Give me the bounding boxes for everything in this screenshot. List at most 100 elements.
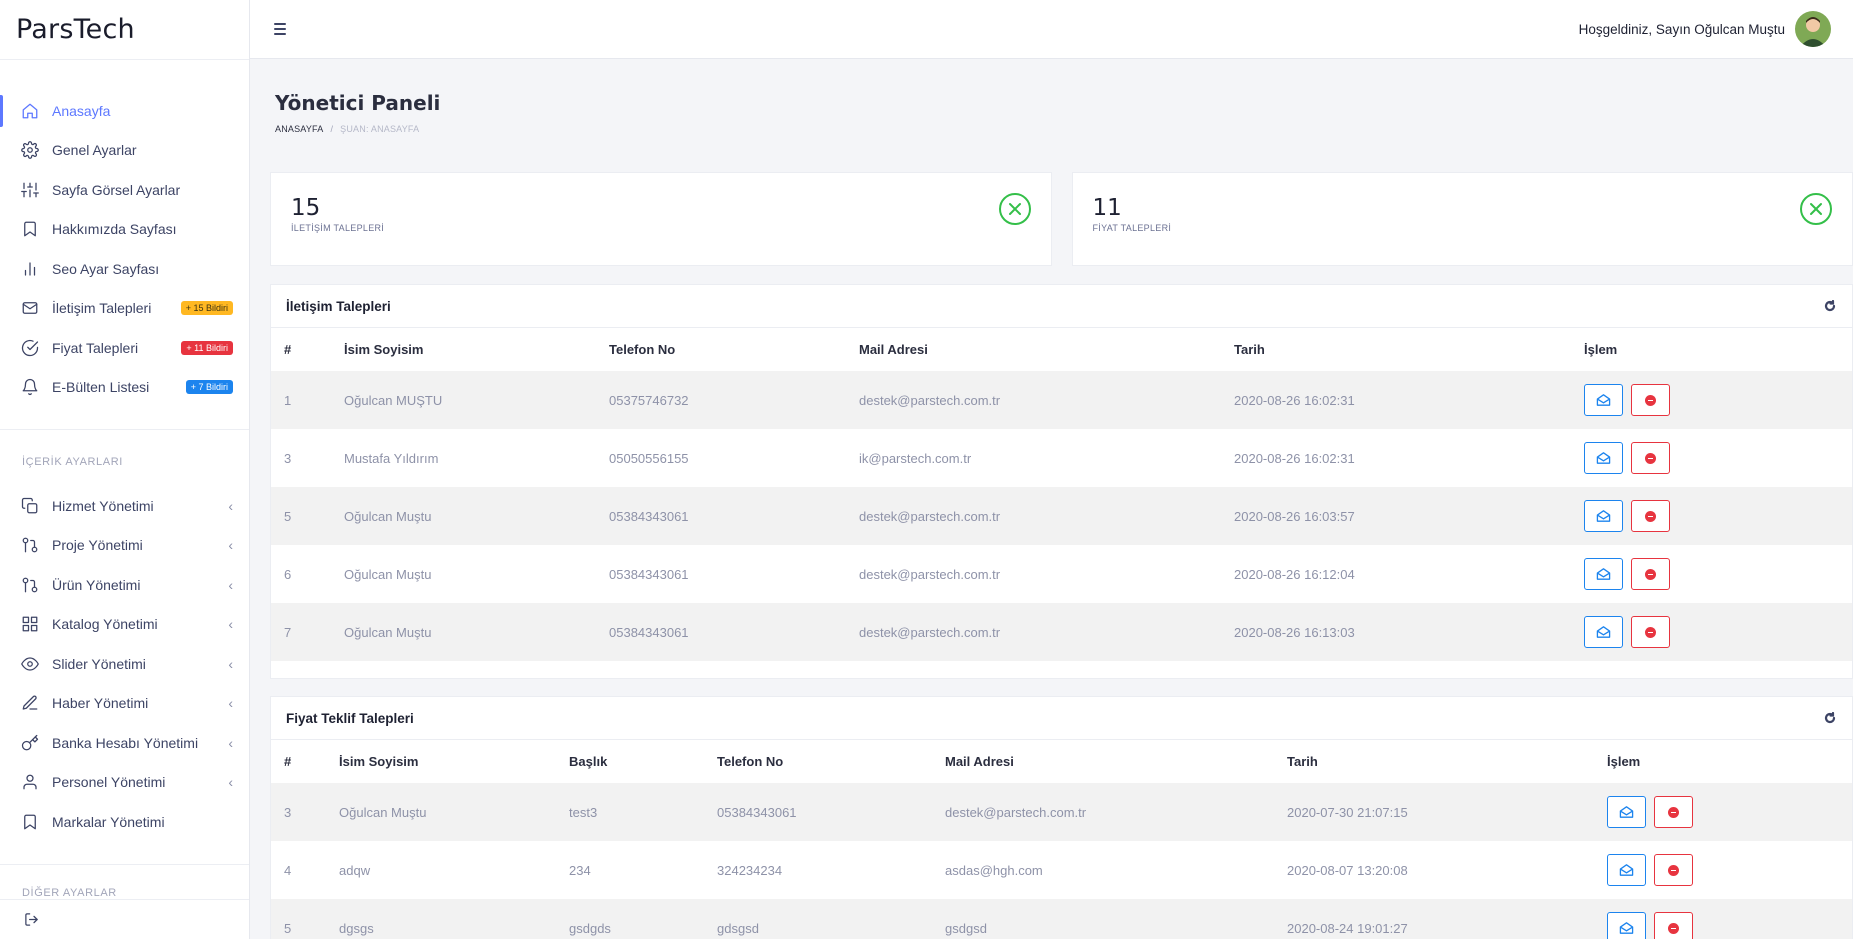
bookmark-icon bbox=[21, 220, 39, 238]
logout-button[interactable] bbox=[0, 899, 249, 939]
row-actions bbox=[1584, 558, 1839, 590]
stats-row: 15 İLETİŞİM TALEPLERİ 11 FİYAT TALEPLERİ bbox=[270, 172, 1853, 266]
gear-icon bbox=[21, 141, 39, 160]
key-icon bbox=[21, 734, 39, 752]
refresh-icon[interactable] bbox=[1823, 711, 1837, 725]
bell-icon bbox=[21, 378, 39, 396]
table-row: 1 Oğulcan MUŞTU 05375746732 destek@parstech… bbox=[271, 371, 1852, 429]
table-cell: 2020-08-26 16:03:57 bbox=[1221, 487, 1571, 545]
table-cell: destek@parstech.com.tr bbox=[846, 371, 1221, 429]
sidebar-item-ürün-yönetimi[interactable]: Ürün Yönetimi ‹ bbox=[0, 565, 249, 605]
refresh-icon[interactable] bbox=[1823, 299, 1837, 313]
notification-badge: + 11 Bildiri bbox=[181, 340, 233, 355]
sidebar-item-label: İletişim Talepleri bbox=[52, 300, 152, 317]
row-actions bbox=[1584, 384, 1839, 416]
sidebar-item-e-bülten-listesi[interactable]: E-Bülten Listesi + 7 Bildiri bbox=[0, 368, 249, 408]
table-cell: Oğulcan Muştu bbox=[331, 487, 596, 545]
sidebar-item-label: Seo Ayar Sayfası bbox=[52, 260, 160, 277]
column-header: İsim Soyisim bbox=[344, 342, 424, 357]
sidebar-item-katalog-yönetimi[interactable]: Katalog Yönetimi ‹ bbox=[0, 605, 249, 645]
table-cell: 5 bbox=[271, 487, 331, 545]
table-row: 6 Oğulcan Muştu 05384343061 destek@parstech… bbox=[271, 545, 1852, 603]
mail-open-icon bbox=[1619, 922, 1634, 934]
minus-circle-icon bbox=[1645, 452, 1656, 464]
open-mail-button[interactable] bbox=[1584, 500, 1623, 532]
notification-badge: + 7 Bildiri bbox=[185, 380, 233, 395]
delete-button[interactable] bbox=[1654, 912, 1693, 939]
table-cell: Oğulcan Muştu bbox=[331, 603, 596, 661]
delete-button[interactable] bbox=[1654, 796, 1693, 828]
row-actions bbox=[1607, 854, 1839, 886]
table-cell: 05384343061 bbox=[596, 487, 846, 545]
open-mail-button[interactable] bbox=[1584, 616, 1623, 648]
delete-button[interactable] bbox=[1631, 442, 1670, 474]
mail-open-icon bbox=[1596, 510, 1611, 522]
git-pull-icon bbox=[21, 576, 39, 594]
column-header: Telefon No bbox=[717, 754, 784, 769]
sidebar-item-label: E-Bülten Listesi bbox=[52, 379, 150, 396]
sidebar-item-slider-yönetimi[interactable]: Slider Yönetimi ‹ bbox=[0, 644, 249, 684]
table-cell: 6 bbox=[284, 566, 292, 582]
delete-button[interactable] bbox=[1631, 500, 1670, 532]
column-header: # bbox=[284, 342, 292, 357]
sidebar-item-i-letişim-talepleri[interactable]: İletişim Talepleri + 15 Bildiri bbox=[0, 289, 249, 329]
table-row: 5 Oğulcan Muştu 05384343061 destek@parstech… bbox=[271, 487, 1852, 545]
minus-circle-icon bbox=[1645, 568, 1656, 580]
mail-open-icon bbox=[1596, 626, 1611, 638]
sidebar-item-sayfa-görsel-ayarlar[interactable]: Sayfa Görsel Ayarlar bbox=[0, 170, 249, 210]
delete-button[interactable] bbox=[1631, 384, 1670, 416]
table-cell: 05050556155 bbox=[609, 450, 689, 466]
open-mail-button[interactable] bbox=[1607, 796, 1646, 828]
table-cell: Oğulcan Muştu bbox=[326, 783, 556, 841]
avatar[interactable] bbox=[1795, 11, 1831, 47]
breadcrumb-separator: / bbox=[330, 124, 334, 134]
sidebar-item-markalar-yönetimi[interactable]: Markalar Yönetimi bbox=[0, 802, 249, 842]
breadcrumb-home[interactable]: ANASAYFA bbox=[275, 124, 323, 134]
open-mail-button[interactable] bbox=[1607, 854, 1646, 886]
table-cell: 2020-08-26 16:02:31 bbox=[1234, 450, 1355, 466]
sidebar-item-haber-yönetimi[interactable]: Haber Yönetimi ‹ bbox=[0, 684, 249, 724]
user-icon bbox=[21, 773, 39, 791]
bookmark-icon bbox=[21, 813, 39, 831]
actions-cell bbox=[1571, 371, 1852, 429]
table-cell: Mustafa Yıldırım bbox=[344, 450, 439, 466]
minus-circle-icon bbox=[1645, 510, 1656, 522]
menu-toggle-icon[interactable] bbox=[274, 20, 292, 38]
sidebar-item-banka-hesabı-yönetimi[interactable]: Banka Hesabı Yönetimi ‹ bbox=[0, 723, 249, 763]
sidebar-item-hizmet-yönetimi[interactable]: Hizmet Yönetimi ‹ bbox=[0, 486, 249, 526]
column-header: Başlık bbox=[569, 754, 608, 769]
delete-button[interactable] bbox=[1654, 854, 1693, 886]
check-circle-icon bbox=[21, 339, 39, 357]
minus-circle-icon bbox=[1645, 626, 1656, 638]
table-cell: 2020-07-30 21:07:15 bbox=[1274, 783, 1594, 841]
mail-open-icon bbox=[1619, 864, 1634, 876]
close-circle-icon bbox=[998, 193, 1031, 225]
open-mail-button[interactable] bbox=[1584, 442, 1623, 474]
sidebar-item-proje-yönetimi[interactable]: Proje Yönetimi ‹ bbox=[0, 526, 249, 566]
sidebar-item-fiyat-talepleri[interactable]: Fiyat Talepleri + 11 Bildiri bbox=[0, 328, 249, 368]
sidebar-item-personel-yönetimi[interactable]: Personel Yönetimi ‹ bbox=[0, 763, 249, 803]
delete-button[interactable] bbox=[1631, 616, 1670, 648]
sidebar-item-anasayfa[interactable]: Anasayfa bbox=[0, 91, 249, 131]
sidebar-item-label: Personel Yönetimi bbox=[52, 774, 166, 791]
open-mail-button[interactable] bbox=[1584, 384, 1623, 416]
sidebar-item-seo-ayar-sayfası[interactable]: Seo Ayar Sayfası bbox=[0, 249, 249, 289]
brand-logo[interactable]: ParsTech bbox=[0, 0, 249, 60]
sidebar-item-genel-ayarlar[interactable]: Genel Ayarlar bbox=[0, 131, 249, 171]
actions-cell bbox=[1571, 603, 1852, 661]
sidebar-item-hakkımızda-sayfası[interactable]: Hakkımızda Sayfası bbox=[0, 210, 249, 250]
price-requests-panel: Fiyat Teklif Talepleri # İsim Soyisim Başl… bbox=[270, 696, 1853, 939]
table-cell: 3 bbox=[271, 783, 326, 841]
open-mail-button[interactable] bbox=[1607, 912, 1646, 939]
stat-card-contact: 15 İLETİŞİM TALEPLERİ bbox=[270, 172, 1052, 266]
copy-icon bbox=[21, 497, 39, 515]
minus-circle-icon bbox=[1645, 394, 1656, 406]
delete-button[interactable] bbox=[1631, 558, 1670, 590]
table-cell: Oğulcan MUŞTU bbox=[331, 371, 596, 429]
row-actions bbox=[1607, 796, 1839, 828]
sidebar-item-label: Proje Yönetimi bbox=[52, 537, 143, 554]
table-cell: destek@parstech.com.tr bbox=[932, 783, 1274, 841]
table-cell: 4 bbox=[284, 862, 292, 878]
open-mail-button[interactable] bbox=[1584, 558, 1623, 590]
notification-badge: + 15 Bildiri bbox=[180, 301, 233, 316]
